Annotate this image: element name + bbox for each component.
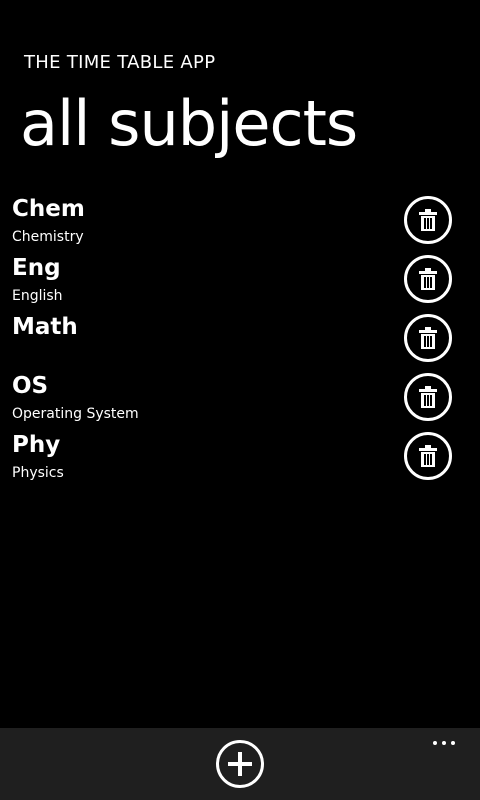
subject-name: English [12,288,63,304]
delete-subject-button[interactable] [404,432,452,480]
add-subject-button[interactable] [216,740,264,788]
app-title: THE TIME TABLE APP [24,52,216,73]
delete-subject-button[interactable] [404,255,452,303]
subject-code: Eng [12,255,61,281]
ellipsis-icon [433,741,437,745]
subject-row-eng[interactable]: Eng English [0,251,480,310]
subject-row-math[interactable]: Math [0,310,480,369]
page-title: all subjects [20,87,358,160]
subject-row-phy[interactable]: Phy Physics [0,428,480,487]
subject-list: Chem Chemistry Eng English Math OS Opera… [0,192,480,487]
plus-icon [228,752,252,776]
more-options-button[interactable] [426,732,462,754]
delete-subject-button[interactable] [404,373,452,421]
subject-code: Phy [12,432,61,458]
subject-name: Physics [12,465,64,481]
trash-icon [419,386,437,408]
subject-code: Math [12,314,78,340]
delete-subject-button[interactable] [404,314,452,362]
trash-icon [419,445,437,467]
trash-icon [419,268,437,290]
subject-name: Chemistry [12,229,84,245]
delete-subject-button[interactable] [404,196,452,244]
subject-code: Chem [12,196,85,222]
subject-row-os[interactable]: OS Operating System [0,369,480,428]
subject-code: OS [12,373,49,399]
trash-icon [419,327,437,349]
app-bar [0,728,480,800]
trash-icon [419,209,437,231]
subject-name: Operating System [12,406,139,422]
subject-row-chem[interactable]: Chem Chemistry [0,192,480,251]
